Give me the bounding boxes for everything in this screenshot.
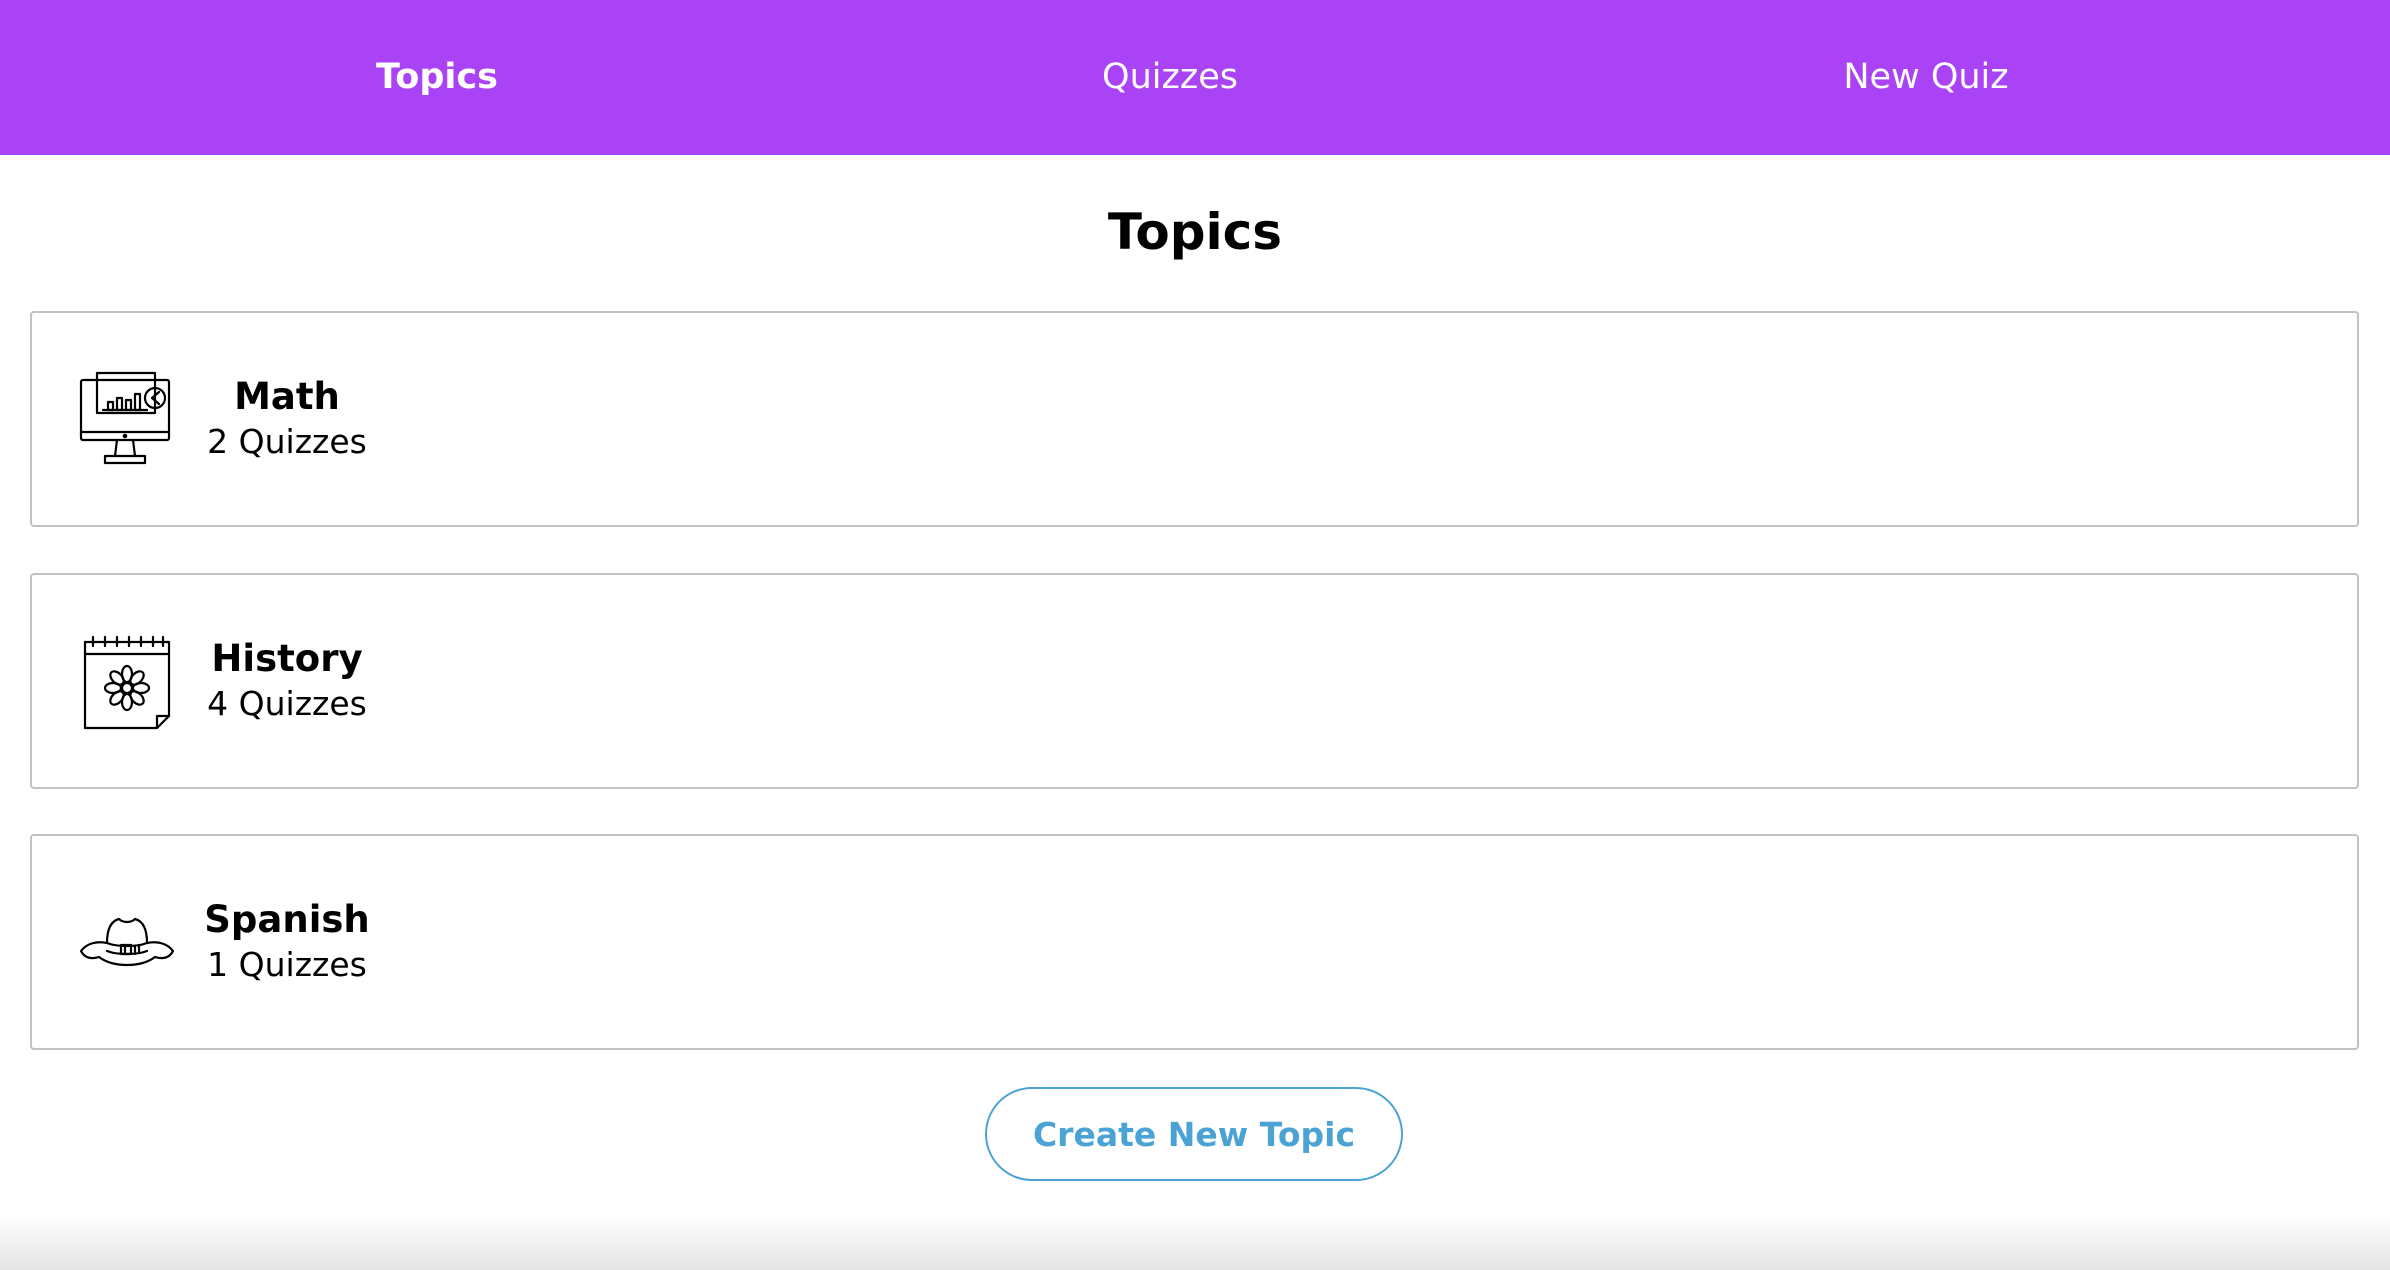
topic-card-history[interactable]: History 4 Quizzes xyxy=(30,573,2359,789)
nav-link-quizzes[interactable]: Quizzes xyxy=(1102,0,1238,155)
topic-text: History 4 Quizzes xyxy=(197,575,377,787)
top-navbar: Topics Quizzes New Quiz xyxy=(0,0,2390,155)
topic-text: Math 2 Quizzes xyxy=(197,313,377,525)
topic-card-math[interactable]: Math 2 Quizzes xyxy=(30,311,2359,527)
topic-quiz-count: 4 Quizzes xyxy=(207,684,367,723)
topic-text: Spanish 1 Quizzes xyxy=(197,836,377,1048)
create-new-topic-button[interactable]: Create New Topic xyxy=(985,1087,1403,1181)
topic-name: Spanish xyxy=(204,898,370,941)
sombrero-hat-icon xyxy=(77,893,177,993)
bottom-shadow xyxy=(0,1215,2390,1270)
nav-link-new-quiz[interactable]: New Quiz xyxy=(1843,0,2008,155)
page-title: Topics xyxy=(1107,203,1283,261)
nav-link-topics[interactable]: Topics xyxy=(376,0,498,155)
topic-name: History xyxy=(211,637,363,680)
topic-quiz-count: 1 Quizzes xyxy=(207,945,367,984)
topic-name: Math xyxy=(234,375,340,418)
calendar-flower-icon xyxy=(77,632,177,732)
computer-chart-icon xyxy=(77,370,177,470)
topic-card-spanish[interactable]: Spanish 1 Quizzes xyxy=(30,834,2359,1050)
topic-quiz-count: 2 Quizzes xyxy=(207,422,367,461)
